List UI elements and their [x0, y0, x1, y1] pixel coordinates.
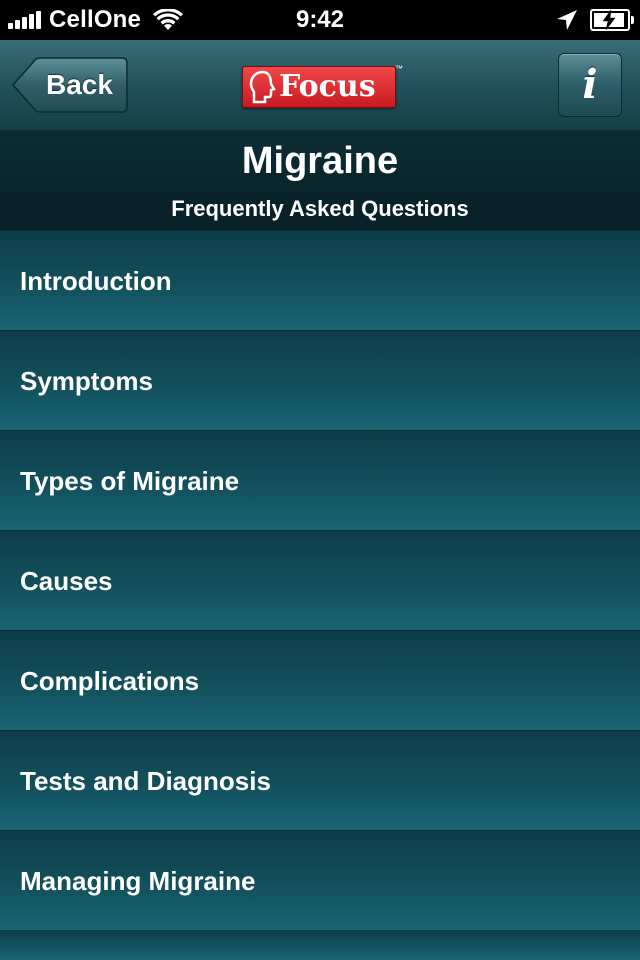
faq-item-managing-migraine[interactable]: Managing Migraine	[0, 830, 640, 930]
logo-text: Focus	[279, 69, 376, 104]
focus-logo: Focus	[242, 66, 396, 108]
navigation-bar: Back Focus ™ i	[0, 40, 640, 131]
info-button[interactable]: i	[558, 53, 622, 117]
head-profile-icon	[249, 70, 276, 104]
back-button[interactable]: Back	[12, 57, 128, 113]
back-button-label: Back	[46, 69, 113, 100]
trademark-symbol: ™	[395, 64, 403, 73]
battery-icon	[590, 9, 634, 31]
faq-item-causes[interactable]: Causes	[0, 530, 640, 630]
faq-item-partial[interactable]	[0, 930, 640, 960]
page-subtitle: Frequently Asked Questions	[171, 196, 469, 221]
faq-item-label: Tests and Diagnosis	[20, 766, 271, 796]
page-title: Migraine	[241, 140, 399, 182]
signal-strength-icon	[8, 11, 43, 29]
faq-item-complications[interactable]: Complications	[0, 630, 640, 730]
faq-item-label: Managing Migraine	[20, 866, 256, 896]
faq-item-label: Introduction	[20, 266, 172, 296]
faq-item-label: Causes	[20, 566, 113, 596]
faq-item-types-of-migraine[interactable]: Types of Migraine	[0, 430, 640, 530]
faq-item-introduction[interactable]: Introduction	[0, 230, 640, 330]
status-bar: CellOne 9:42	[0, 0, 640, 40]
carrier-name: CellOne	[49, 6, 142, 33]
faq-item-label: Symptoms	[20, 366, 153, 396]
charging-bolt-icon	[602, 10, 616, 30]
faq-list: Introduction Symptoms Types of Migraine …	[0, 230, 640, 930]
page-header: Migraine Frequently Asked Questions	[0, 130, 640, 230]
faq-item-label: Types of Migraine	[20, 466, 240, 496]
wifi-icon	[153, 9, 184, 30]
faq-item-label: Complications	[20, 666, 200, 696]
faq-item-symptoms[interactable]: Symptoms	[0, 330, 640, 430]
faq-item-tests-and-diagnosis[interactable]: Tests and Diagnosis	[0, 730, 640, 830]
location-arrow-icon	[557, 10, 577, 30]
